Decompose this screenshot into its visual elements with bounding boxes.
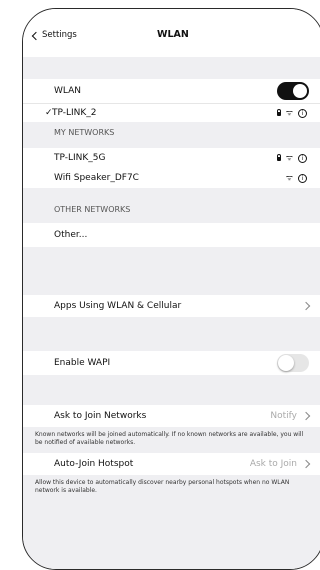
other-networks-header: OTHER NETWORKS <box>23 188 320 223</box>
connected-network-row[interactable]: ✓ TP-LINK_2 ᯤ i <box>23 104 320 122</box>
ask-join-label: Ask to Join Networks <box>54 411 147 421</box>
info-icon[interactable]: i <box>298 153 307 163</box>
apps-label: Apps Using WLAN & Cellular <box>54 301 182 311</box>
bottom-padding <box>23 501 320 569</box>
chevron-right-icon <box>301 411 311 421</box>
ask-join-footnote: Known networks will be joined automatica… <box>23 427 320 453</box>
enable-wapi-row: Enable WAPI <box>23 351 320 375</box>
page-title: WLAN <box>157 29 189 40</box>
footnote-text: Known networks will be joined automatica… <box>35 431 304 446</box>
wifi-icon: ᯤ <box>285 153 293 162</box>
other-label: Other... <box>54 230 88 240</box>
chevron-right-icon <box>301 301 311 311</box>
section-title: MY NETWORKS <box>54 128 115 137</box>
wlan-toggle-row: WLAN <box>23 79 320 103</box>
ask-join-value: Notify <box>270 411 297 421</box>
auto-join-hotspot-row[interactable]: Auto-Join Hotspot Ask to Join <box>23 453 320 475</box>
wlan-settings-screen: Settings WLAN WLAN ✓ TP-LINK_2 ᯤ i MY NE… <box>23 9 320 569</box>
auto-join-label: Auto-Join Hotspot <box>54 459 134 469</box>
connected-network-name: TP-LINK_2 <box>52 108 97 118</box>
other-network-row[interactable]: Other... <box>23 223 320 247</box>
section-title: OTHER NETWORKS <box>54 205 131 214</box>
network-name: TP-LINK_5G <box>54 153 106 163</box>
back-label: Settings <box>42 30 77 40</box>
auto-join-value: Ask to Join <box>249 459 297 469</box>
back-button[interactable]: Settings <box>31 30 77 40</box>
my-networks-header: MY NETWORKS <box>23 122 320 148</box>
section-gap <box>23 375 320 405</box>
auto-join-footnote: Allow this device to automatically disco… <box>23 475 320 501</box>
wifi-icon: ᯤ <box>285 108 293 117</box>
wlan-toggle[interactable] <box>277 82 309 100</box>
wifi-icon: ᯤ <box>285 173 293 182</box>
section-gap <box>23 57 320 79</box>
footnote-text: Allow this device to automatically disco… <box>35 479 290 494</box>
network-name: Wifi Speaker_DF7C <box>54 173 139 183</box>
section-gap <box>23 317 320 351</box>
apps-using-wlan-row[interactable]: Apps Using WLAN & Cellular <box>23 295 320 317</box>
info-icon[interactable]: i <box>298 173 307 183</box>
phone-frame: Settings WLAN WLAN ✓ TP-LINK_2 ᯤ i MY NE… <box>22 8 320 570</box>
wapi-label: Enable WAPI <box>54 358 111 368</box>
section-gap <box>23 247 320 295</box>
chevron-right-icon <box>301 459 311 469</box>
info-icon[interactable]: i <box>298 108 307 118</box>
wapi-toggle[interactable] <box>277 354 309 372</box>
toggle-knob <box>278 355 294 371</box>
wlan-label: WLAN <box>54 86 82 96</box>
network-row-tp-link-5g[interactable]: TP-LINK_5G ᯤ i <box>23 148 320 168</box>
chevron-left-icon <box>31 31 41 40</box>
lock-icon <box>276 154 282 161</box>
toggle-knob <box>293 84 307 98</box>
network-row-wifi-speaker[interactable]: Wifi Speaker_DF7C ᯤ i <box>23 168 320 188</box>
navigation-bar: Settings WLAN <box>23 9 320 57</box>
ask-to-join-row[interactable]: Ask to Join Networks Notify <box>23 405 320 427</box>
lock-icon <box>276 109 282 116</box>
